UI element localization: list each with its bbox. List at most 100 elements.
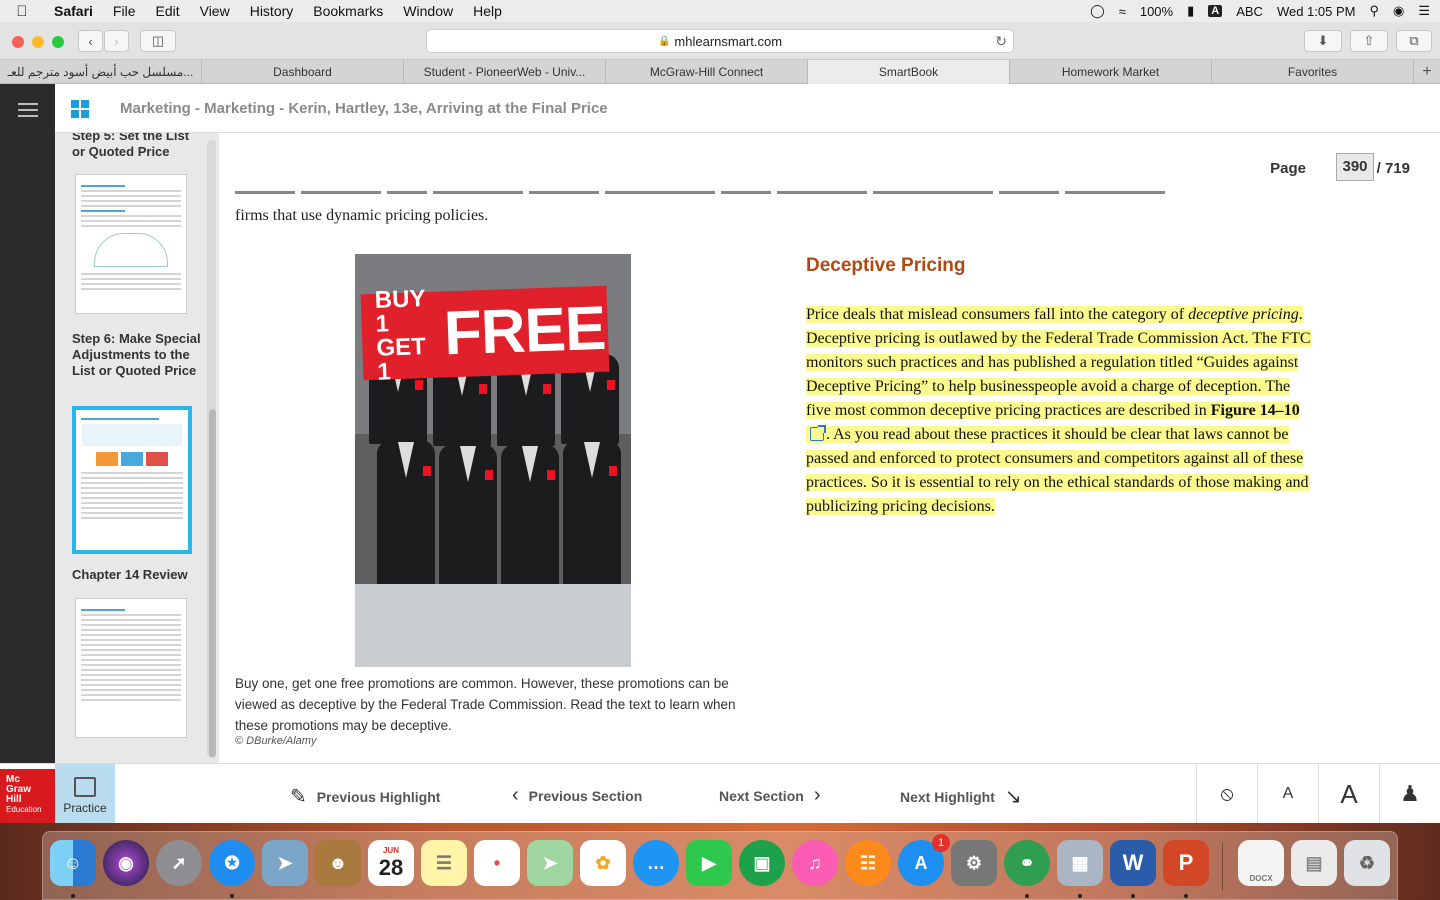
powerpoint-icon[interactable]: P — [1163, 840, 1209, 886]
launchpad-icon[interactable]: ➚ — [156, 840, 202, 886]
external-link-icon[interactable] — [810, 425, 826, 441]
running-indicator — [1184, 894, 1188, 898]
next-highlight-button[interactable]: Next Highlight ↘ — [900, 784, 1022, 809]
chevron-right-icon: › — [114, 33, 119, 49]
menu-help[interactable]: Help — [463, 3, 512, 19]
sidebar-section-title[interactable]: Step 6: Make Special Adjustments to the … — [72, 331, 202, 379]
tab-homework-market[interactable]: Homework Market — [1010, 60, 1212, 84]
input-source-icon[interactable]: A — [1208, 5, 1223, 17]
previous-section-label: Previous Section — [528, 787, 643, 804]
decrease-font-button[interactable]: A — [1257, 764, 1318, 824]
page-number-input[interactable]: 390 — [1336, 153, 1374, 181]
previous-highlight-label: Previous Highlight — [316, 788, 441, 805]
new-tab-button[interactable]: + — [1414, 60, 1440, 84]
sidebar-scroll-thumb[interactable] — [209, 409, 216, 757]
finder-icon[interactable]: ☺ — [50, 840, 96, 886]
menu-history[interactable]: History — [240, 3, 304, 19]
tab-dashboard[interactable]: Dashboard — [202, 60, 404, 84]
hide-highlights-button[interactable]: ⦸ — [1196, 764, 1257, 824]
contacts-icon[interactable]: ☻ — [315, 840, 361, 886]
clock[interactable]: Wed 1:05 PM — [1277, 4, 1356, 19]
highlighter-off-icon: ⦸ — [1220, 782, 1234, 805]
maps-icon[interactable]: ➤ — [527, 840, 573, 886]
figure-link[interactable]: Figure 14–10 — [1211, 402, 1300, 419]
reminders-icon[interactable]: • — [474, 840, 520, 886]
practice-button[interactable]: Practice — [55, 764, 115, 824]
creative-cloud-icon[interactable]: ◯ — [1090, 3, 1105, 19]
menu-view[interactable]: View — [190, 3, 240, 19]
back-button[interactable]: ‹ — [78, 30, 103, 52]
photos-icon[interactable]: ✿ — [580, 840, 626, 886]
tab-overview-button[interactable]: ⧉ — [1396, 30, 1432, 52]
sidebar-section-title[interactable]: Chapter 14 Review — [72, 567, 202, 583]
close-window-button[interactable] — [12, 36, 24, 48]
itunes-icon[interactable]: ♫ — [792, 840, 838, 886]
books-icon[interactable]: ☷ — [845, 840, 891, 886]
apps-grid-icon[interactable] — [71, 100, 89, 118]
calendar-icon[interactable]: JUN 28 — [368, 840, 414, 886]
trash-icon[interactable]: ♻ — [1344, 840, 1390, 886]
spotlight-search-icon[interactable]: ⚲ — [1369, 3, 1379, 19]
previous-section-button[interactable]: ‹ Previous Section — [512, 784, 642, 807]
bogo-suits-photo[interactable]: BUY 1 GET 1 FREE — [355, 254, 631, 667]
accessibility-button[interactable]: ♟ — [1379, 764, 1440, 824]
chevron-left-icon: ‹ — [88, 33, 93, 49]
keynote-remote-icon[interactable]: ▣ — [739, 840, 785, 886]
sidebar-section-title[interactable]: Step 5: Set the List or Quoted Price — [72, 133, 202, 160]
menu-app-name[interactable]: Safari — [44, 3, 103, 19]
next-section-button[interactable]: Next Section › — [719, 784, 820, 807]
hamburger-line — [18, 115, 38, 117]
document-stack-icon[interactable]: ▤ — [1291, 840, 1337, 886]
menu-bookmarks[interactable]: Bookmarks — [303, 3, 393, 19]
word-icon[interactable]: W — [1110, 840, 1156, 886]
page-thumbnail[interactable] — [75, 598, 187, 738]
downloads-button[interactable]: ⬇ — [1304, 30, 1342, 52]
input-source-label[interactable]: ABC — [1236, 4, 1263, 19]
address-bar[interactable]: 🔒 mhlearnsmart.com ↻ — [426, 29, 1014, 53]
menu-bar:  Safari File Edit View History Bookmark… — [0, 0, 1440, 22]
siri-icon[interactable]: ◉ — [1393, 3, 1404, 19]
section-sidebar: Step 5: Set the List or Quoted Price Ste… — [55, 133, 219, 763]
tab-favorites[interactable]: Favorites — [1212, 60, 1414, 84]
running-indicator — [230, 894, 234, 898]
previous-highlight-button[interactable]: ✎ Previous Highlight — [290, 784, 440, 809]
notes-icon[interactable]: ☰ — [421, 840, 467, 886]
reload-icon[interactable]: ↻ — [995, 33, 1007, 50]
tab-arabic-series[interactable]: مسلسل حب أبيض أسود مترجم للعـ... — [0, 60, 202, 84]
menu-window[interactable]: Window — [393, 3, 463, 19]
menu-file[interactable]: File — [103, 3, 146, 19]
notification-center-icon[interactable]: ☰ — [1418, 3, 1430, 19]
page-thumbnail[interactable] — [75, 174, 187, 314]
sign-big-text: FREE — [442, 293, 607, 369]
apple-menu-icon[interactable]:  — [0, 3, 44, 20]
minimize-window-button[interactable] — [32, 36, 44, 48]
lock-icon: 🔒 — [657, 35, 671, 47]
tab-pioneerweb[interactable]: Student - PioneerWeb - Univ... — [404, 60, 606, 84]
sidebar-toggle-button[interactable]: ◫ — [140, 30, 176, 52]
system-preferences-icon[interactable]: ⚙ — [951, 840, 997, 886]
person-icon: ♟ — [1400, 781, 1420, 806]
page-thumbnail-current[interactable] — [72, 406, 192, 554]
facetime-icon[interactable]: ▶ — [686, 840, 732, 886]
safari-icon[interactable]: ✪ — [209, 840, 255, 886]
tab-smartbook[interactable]: SmartBook — [808, 60, 1010, 84]
vpn-globe-icon[interactable]: ⚭ — [1004, 840, 1050, 886]
app-store-icon[interactable]: A1 — [898, 834, 950, 886]
messages-icon[interactable]: … — [633, 840, 679, 886]
zoom-window-button[interactable] — [52, 36, 64, 48]
preview-icon[interactable]: ▦ — [1057, 840, 1103, 886]
hamburger-menu-button[interactable] — [0, 84, 55, 133]
siri-icon[interactable]: ◉ — [103, 840, 149, 886]
docx-file-icon[interactable]: DOCX — [1238, 840, 1284, 886]
tab-connect[interactable]: McGraw-Hill Connect — [606, 60, 808, 84]
battery-percent[interactable]: 100% — [1140, 4, 1173, 19]
hamburger-line — [18, 103, 38, 105]
battery-icon[interactable]: ▮ — [1187, 3, 1194, 19]
forward-button[interactable]: › — [104, 30, 129, 52]
mail-bird-icon[interactable]: ➤ — [262, 840, 308, 886]
increase-font-button[interactable]: A — [1318, 764, 1379, 824]
menu-edit[interactable]: Edit — [145, 3, 189, 19]
highlighted-paragraph[interactable]: Price deals that mislead consumers fall … — [806, 303, 1316, 519]
wifi-icon[interactable]: ≈ — [1119, 4, 1126, 19]
share-button[interactable]: ⇧ — [1350, 30, 1388, 52]
